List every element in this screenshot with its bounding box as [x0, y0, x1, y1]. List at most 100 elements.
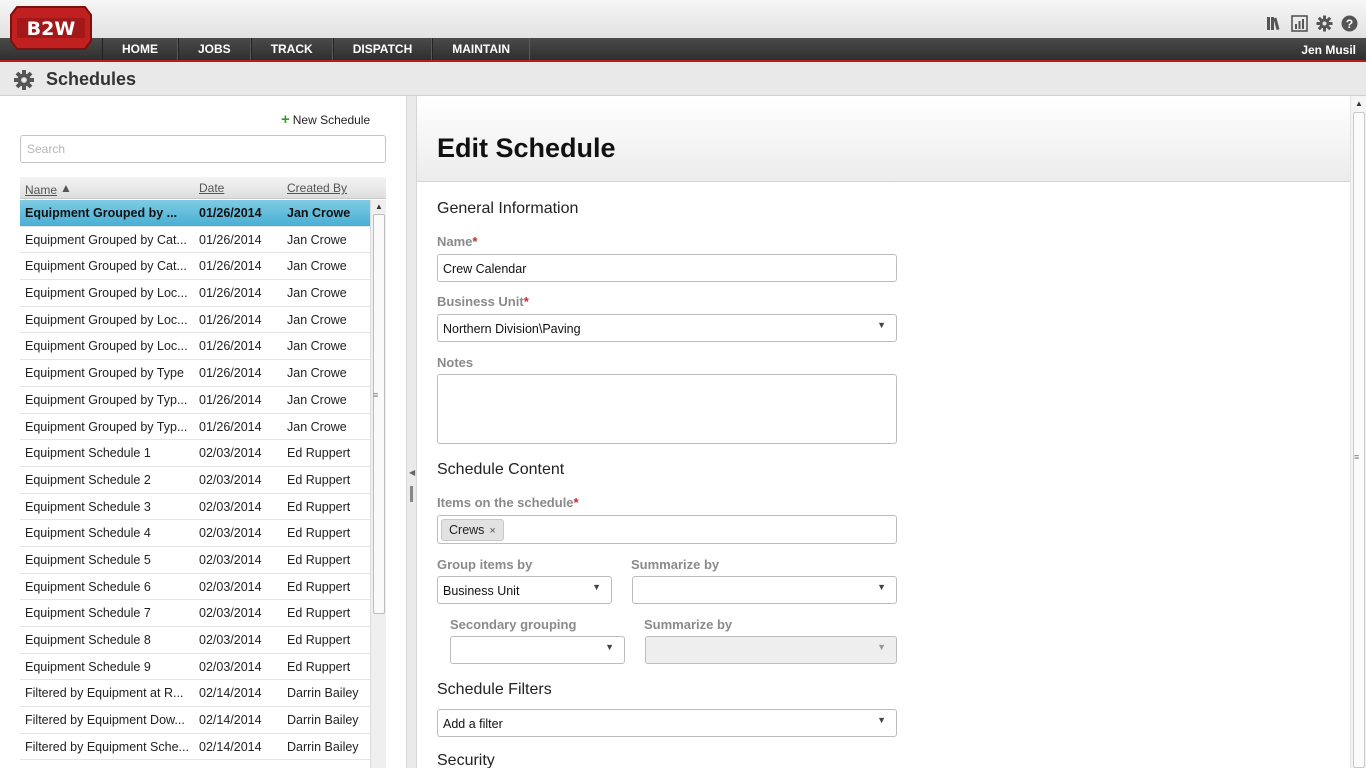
table-row[interactable]: Filtered by Equipment Sche... 02/14/2014 D…: [20, 734, 370, 761]
row-name-cell: Equipment Schedule 7: [25, 606, 151, 621]
chevron-down-icon: ▼: [605, 642, 614, 652]
required-marker: *: [573, 495, 579, 510]
add-filter-select[interactable]: Add a filter ▼: [437, 709, 897, 737]
utility-toolbar: ?: [1266, 15, 1358, 32]
table-row[interactable]: Equipment Schedule 7 02/03/2014 Ed Ruppert: [20, 600, 370, 627]
row-date-cell: 02/03/2014: [199, 579, 262, 594]
row-name-cell: Equipment Schedule 2: [25, 472, 151, 487]
chevron-down-icon: ▼: [877, 320, 886, 330]
table-row[interactable]: Equipment Schedule 6 02/03/2014 Ed Ruppert: [20, 574, 370, 601]
row-date-cell: 02/14/2014: [199, 739, 262, 754]
scroll-up-icon[interactable]: ▲: [375, 202, 383, 211]
security-heading: Security: [437, 752, 495, 768]
notes-textarea[interactable]: [437, 374, 897, 444]
table-row[interactable]: Equipment Grouped by Type 01/26/2014 Jan C…: [20, 360, 370, 387]
table-row[interactable]: Equipment Grouped by Cat... 01/26/2014 Jan…: [20, 227, 370, 254]
chevron-down-icon: ▼: [592, 582, 601, 592]
column-header-created-by[interactable]: Created By: [287, 181, 347, 195]
library-icon[interactable]: [1266, 15, 1283, 32]
table-row[interactable]: Equipment Grouped by Cat... 01/26/2014 Jan…: [20, 253, 370, 281]
row-name-cell: Equipment Grouped by Loc...: [25, 312, 188, 327]
scroll-thumb[interactable]: [1353, 112, 1365, 768]
table-row[interactable]: Equipment Schedule 8 02/03/2014 Ed Ruppert: [20, 627, 370, 654]
table-row[interactable]: Equipment Grouped by ... 01/26/2014 Jan Cr…: [20, 200, 370, 227]
row-name-cell: Equipment Schedule 4: [25, 526, 151, 541]
new-schedule-button[interactable]: + New Schedule: [281, 111, 370, 128]
user-name[interactable]: Jen Musil: [1301, 38, 1356, 62]
collapse-left-icon[interactable]: ◀: [409, 468, 415, 477]
column-header-date[interactable]: Date: [199, 181, 224, 195]
items-multiselect[interactable]: Crews ×: [437, 515, 897, 544]
secondary-grouping-select[interactable]: ▼: [450, 636, 625, 664]
nav-home[interactable]: HOME: [102, 38, 178, 60]
scroll-up-icon[interactable]: ▲: [1355, 99, 1363, 108]
secondary-grouping-label: Secondary grouping: [450, 617, 577, 632]
nav-dispatch[interactable]: DISPATCH: [332, 38, 433, 60]
edit-scrollbar[interactable]: ▲ ≡: [1350, 96, 1366, 768]
table-row[interactable]: Equipment Schedule 2 02/03/2014 Ed Ruppert: [20, 467, 370, 494]
reports-icon[interactable]: [1291, 15, 1308, 32]
row-created-by-cell: Jan Crowe: [287, 339, 347, 354]
secondary-summarize-label: Summarize by: [644, 617, 733, 632]
summarize-by-label: Summarize by: [631, 557, 720, 572]
table-row[interactable]: Equipment Schedule 1 02/03/2014 Ed Ruppert: [20, 440, 370, 467]
row-created-by-cell: Ed Ruppert: [287, 659, 351, 674]
group-items-select[interactable]: Business Unit ▼: [437, 576, 612, 604]
name-label: Name*: [437, 234, 477, 249]
table-row[interactable]: Equipment Schedule 3 02/03/2014 Ed Ruppert: [20, 494, 370, 521]
table-row[interactable]: Equipment Grouped by Loc... 01/26/2014 Jan…: [20, 333, 370, 361]
secondary-summarize-select: ▼: [645, 636, 897, 664]
nav-maintain[interactable]: MAINTAIN: [432, 38, 531, 60]
row-date-cell: 01/26/2014: [199, 232, 262, 247]
row-created-by-cell: Jan Crowe: [287, 286, 347, 301]
splitter-handle[interactable]: [410, 486, 413, 502]
table-row[interactable]: Equipment Grouped by Typ... 01/26/2014 Jan…: [20, 387, 370, 414]
name-field[interactable]: Crew Calendar: [437, 254, 897, 282]
row-date-cell: 01/26/2014: [199, 339, 262, 354]
nav-jobs[interactable]: JOBS: [178, 38, 251, 60]
column-header-name[interactable]: Name ▲: [25, 181, 72, 197]
list-scrollbar[interactable]: ▲ ≡: [370, 200, 386, 768]
business-unit-select[interactable]: Northern Division\Paving ▼: [437, 314, 897, 342]
row-name-cell: Filtered by Equipment at R...: [25, 686, 184, 701]
b2w-logo[interactable]: B2W: [9, 5, 93, 51]
items-label: Items on the schedule*: [437, 495, 579, 510]
row-created-by-cell: Darrin Bailey: [287, 686, 359, 701]
remove-tag-icon[interactable]: ×: [489, 525, 495, 537]
chevron-down-icon: ▼: [877, 715, 886, 725]
row-created-by-cell: Ed Ruppert: [287, 579, 351, 594]
table-row[interactable]: Equipment Grouped by Loc... 01/26/2014 Jan…: [20, 307, 370, 334]
panel-splitter[interactable]: ◀: [406, 96, 417, 768]
edit-title: Edit Schedule: [437, 133, 616, 163]
table-row[interactable]: Equipment Schedule 5 02/03/2014 Ed Ruppert: [20, 547, 370, 574]
item-tag-crews: Crews ×: [441, 519, 504, 541]
list-header: Name ▲ Date Created By: [20, 177, 386, 199]
row-name-cell: Equipment Schedule 8: [25, 633, 151, 647]
table-row[interactable]: Equipment Grouped by Loc... 01/26/2014 Jan…: [20, 280, 370, 307]
settings-icon[interactable]: [1316, 15, 1333, 32]
gear-icon: [13, 69, 35, 91]
logo-text: B2W: [27, 18, 76, 40]
summarize-by-select[interactable]: ▼: [632, 576, 897, 604]
row-date-cell: 01/26/2014: [199, 392, 262, 407]
scroll-thumb[interactable]: [373, 214, 385, 614]
table-row[interactable]: Equipment Grouped by Typ... 01/26/2014 Jan…: [20, 414, 370, 441]
general-info-heading: General Information: [437, 200, 579, 217]
row-name-cell: Equipment Grouped by Loc...: [25, 339, 188, 354]
table-row[interactable]: Filtered by Equipment Dow... 02/14/2014 Da…: [20, 707, 370, 734]
help-icon[interactable]: ?: [1341, 15, 1358, 32]
table-row[interactable]: Equipment Schedule 9 02/03/2014 Ed Ruppert: [20, 654, 370, 681]
group-items-label: Group items by: [437, 557, 533, 572]
table-row[interactable]: Filtered by Equipment at R... 02/14/2014 D…: [20, 680, 370, 708]
row-name-cell: Equipment Schedule 1: [25, 446, 151, 461]
schedule-filters-heading: Schedule Filters: [437, 681, 552, 698]
row-name-cell: Equipment Grouped by ...: [25, 206, 178, 220]
search-input[interactable]: [20, 135, 386, 163]
required-marker: *: [472, 234, 478, 249]
row-created-by-cell: Ed Ruppert: [287, 446, 351, 461]
row-created-by-cell: Ed Ruppert: [287, 526, 351, 541]
row-created-by-cell: Darrin Bailey: [287, 739, 359, 754]
table-row[interactable]: Equipment Schedule 4 02/03/2014 Ed Ruppert: [20, 520, 370, 547]
nav-track[interactable]: TRACK: [250, 38, 333, 60]
row-name-cell: Equipment Schedule 3: [25, 499, 151, 514]
